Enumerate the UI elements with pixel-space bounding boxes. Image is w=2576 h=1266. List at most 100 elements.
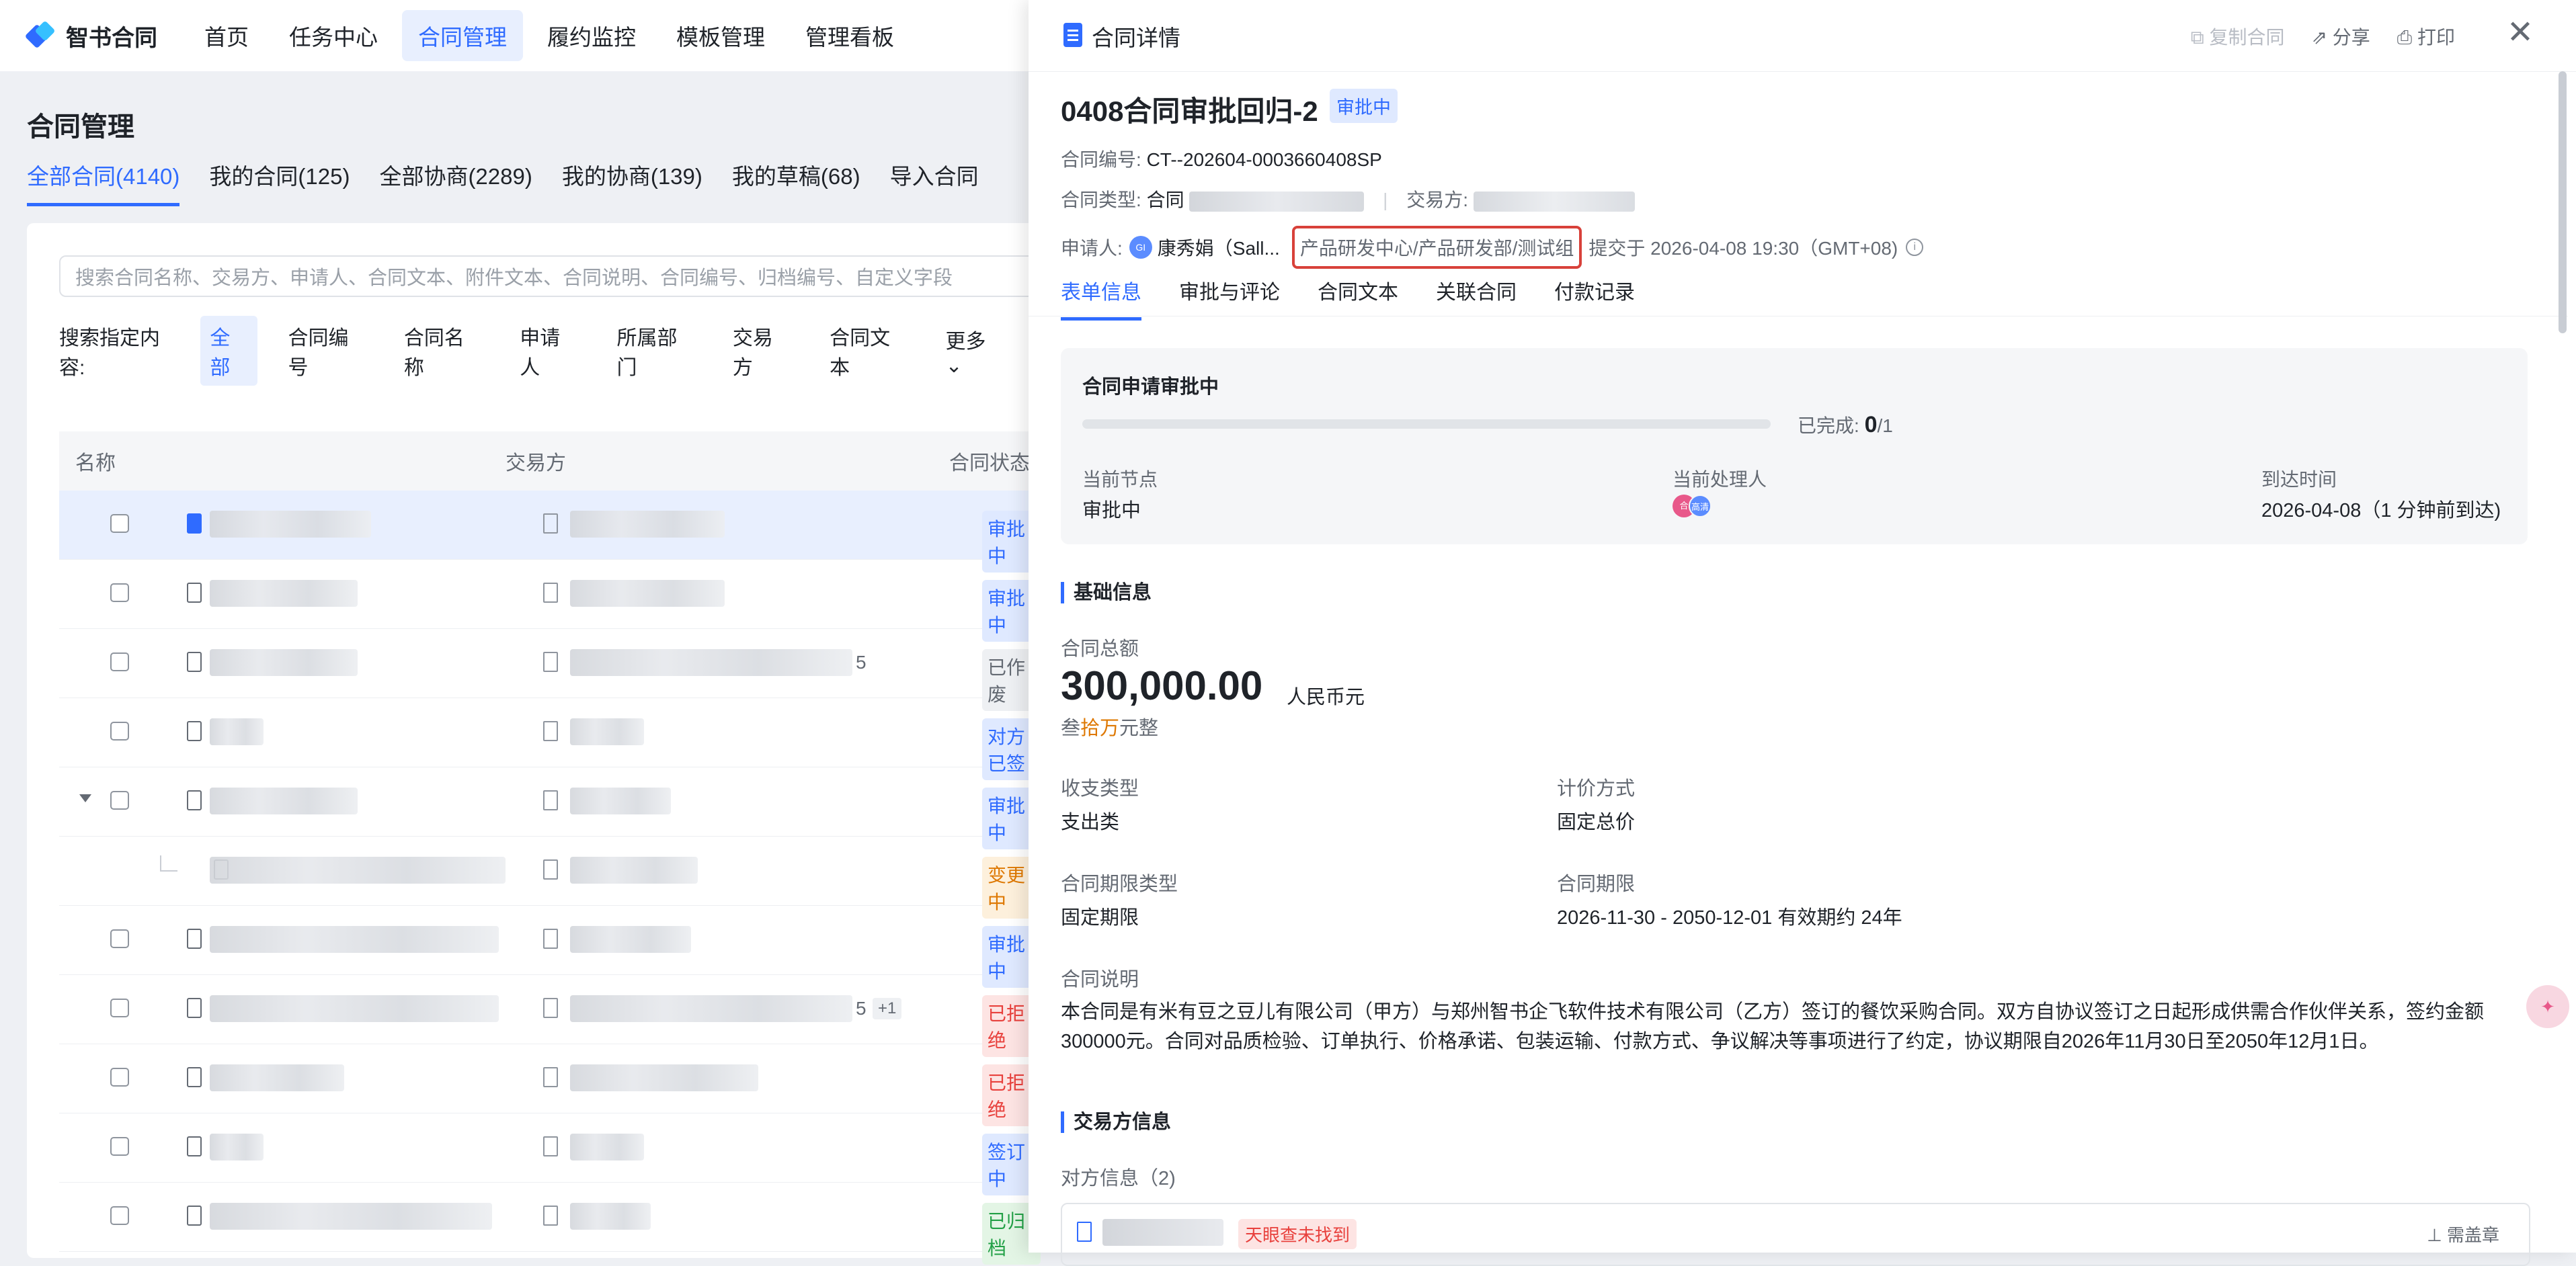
filter-counterparty[interactable]: 交易方 — [723, 316, 799, 386]
contract-description: 本合同是有米有豆之豆儿有限公司（甲方）与郑州智书企飞软件技术有限公司（乙方）签订… — [1061, 1001, 2485, 1052]
panel-header: 合同详情 ⧉ 复制合同 ⇗ 分享 ⎙ 打印 ✕ — [1029, 0, 2576, 72]
table-header: 名称 交易方 合同状态 — [59, 431, 1041, 491]
nav-dashboard[interactable]: 管理看板 — [789, 10, 910, 61]
document-icon — [187, 721, 202, 741]
document-icon — [187, 652, 202, 672]
close-icon[interactable]: ✕ — [2503, 16, 2537, 50]
table-row[interactable]: 审批中 — [59, 767, 1041, 849]
document-icon — [187, 1136, 202, 1156]
row-checkbox[interactable] — [110, 1137, 129, 1156]
filter-applicant[interactable]: 申请人 — [510, 316, 586, 386]
logo-mark-icon — [24, 20, 56, 50]
tab-payment-records[interactable]: 付款记录 — [1554, 276, 1635, 321]
scrollbar[interactable] — [2559, 71, 2567, 333]
counterparty-suffix: 5 — [856, 998, 867, 1019]
nav-home[interactable]: 首页 — [188, 10, 265, 61]
print-icon: ⎙ — [2397, 27, 2417, 48]
filter-contract-text[interactable]: 合同文本 — [820, 316, 914, 386]
panel-title: 合同详情 — [1092, 26, 1180, 50]
blurred-counterparty — [570, 511, 725, 538]
document-icon — [187, 929, 202, 949]
row-checkbox[interactable] — [110, 514, 129, 533]
row-checkbox[interactable] — [110, 929, 129, 948]
col-name: 名称 — [75, 452, 116, 474]
filter-department[interactable]: 所属部门 — [608, 316, 702, 386]
share-button[interactable]: ⇗ 分享 — [2312, 23, 2370, 50]
table-row[interactable]: 审批中 — [59, 560, 1041, 642]
seal-label: 需盖章 — [2446, 1225, 2499, 1245]
blurred-name — [210, 857, 506, 884]
tab-form-info[interactable]: 表单信息 — [1061, 276, 1141, 321]
tab-my-drafts[interactable]: 我的草稿(68) — [732, 159, 860, 206]
blurred-name — [210, 1064, 344, 1091]
table-row[interactable]: 签订中 — [59, 1113, 1041, 1195]
copy-contract-button[interactable]: ⧉ 复制合同 — [2191, 23, 2285, 50]
row-checkbox[interactable] — [110, 722, 129, 741]
tab-import-contract[interactable]: 导入合同 — [890, 159, 979, 206]
share-label: 分享 — [2332, 27, 2370, 48]
counterparty-card[interactable]: 天眼查未找到 ⊥ 需盖章 — [1061, 1203, 2530, 1266]
tree-connector — [160, 855, 177, 872]
building-icon — [543, 790, 558, 810]
blurred-name — [210, 511, 371, 538]
table-row[interactable]: 5 已作废 — [59, 629, 1041, 711]
section-basic-info: 基础信息 — [1061, 582, 1152, 603]
nav-contract-management[interactable]: 合同管理 — [402, 10, 523, 61]
amount-words-part3: 元整 — [1119, 718, 1159, 739]
search-scope-filters: 搜索指定内容: 全部 合同编号 合同名称 申请人 所属部门 交易方 合同文本 更… — [59, 316, 1035, 386]
col-status: 合同状态 — [949, 452, 1030, 474]
counterparty-label: 交易方: — [1406, 189, 1468, 210]
pricing-value: 固定总价 — [1557, 812, 1636, 833]
submitted-time: 提交于 2026-04-08 19:30（GMT+08) — [1588, 238, 1898, 259]
expand-caret-icon[interactable] — [79, 794, 91, 802]
blurred-counterparty — [570, 580, 725, 607]
approval-title: 合同申请审批中 — [1082, 376, 1219, 398]
handler-avatars[interactable]: 合 高清 — [1673, 495, 1712, 517]
blurred-name — [210, 649, 358, 676]
blurred-name — [210, 1203, 492, 1230]
tab-all-negotiations[interactable]: 全部协商(2289) — [379, 159, 532, 206]
row-checkbox[interactable] — [110, 1068, 129, 1087]
table-row[interactable]: 已归档 — [59, 1183, 1041, 1265]
blurred-counterparty — [570, 857, 698, 884]
table-row[interactable]: 已拒绝 — [59, 1044, 1041, 1126]
filter-contract-no[interactable]: 合同编号 — [279, 316, 373, 386]
table-row[interactable]: 对方已签 — [59, 698, 1041, 780]
table-row[interactable]: 5 +1 已拒绝 — [59, 975, 1041, 1057]
contract-type-label: 合同类型: — [1061, 189, 1141, 210]
row-checkbox[interactable] — [110, 791, 129, 810]
amount-label: 合同总额 — [1061, 638, 1139, 660]
tab-related-contracts[interactable]: 关联合同 — [1436, 276, 1517, 321]
filter-more[interactable]: 更多 ⌄ — [936, 319, 1014, 383]
contract-tabs: 全部合同(4140) 我的合同(125) 全部协商(2289) 我的协商(139… — [27, 159, 1008, 206]
building-icon — [543, 1136, 558, 1156]
search-input[interactable]: 搜索合同名称、交易方、申请人、合同文本、附件文本、合同说明、合同编号、归档编号、… — [59, 255, 1041, 297]
row-checkbox[interactable] — [110, 652, 129, 671]
contract-title: 0408合同审批回归-2 — [1061, 95, 1318, 127]
app-logo[interactable]: 智书合同 — [24, 19, 157, 52]
tab-my-negotiations[interactable]: 我的协商(139) — [562, 159, 702, 206]
row-checkbox[interactable] — [110, 1206, 129, 1225]
section-counterparty-info: 交易方信息 — [1061, 1111, 1171, 1133]
table-row[interactable]: 审批中 — [59, 491, 1041, 573]
nav-template-management[interactable]: 模板管理 — [660, 10, 781, 61]
tab-all-contracts[interactable]: 全部合同(4140) — [27, 159, 180, 206]
row-checkbox[interactable] — [110, 583, 129, 602]
row-checkbox[interactable] — [110, 999, 129, 1017]
filter-all[interactable]: 全部 — [200, 316, 257, 386]
assistant-float-button[interactable]: ✦ — [2526, 985, 2569, 1028]
nav-performance-monitor[interactable]: 履约监控 — [531, 10, 652, 61]
applicant-name[interactable]: 康秀娟（Sall... — [1158, 234, 1280, 261]
detail-tabs: 表单信息 审批与评论 合同文本 关联合同 付款记录 — [1061, 276, 1673, 321]
copy-icon: ⧉ — [2190, 27, 2210, 48]
table-row[interactable]: 审批中 — [59, 906, 1041, 988]
print-button[interactable]: ⎙ 打印 — [2397, 23, 2455, 50]
info-icon[interactable]: i — [1906, 239, 1924, 256]
nav-task-center[interactable]: 任务中心 — [273, 10, 394, 61]
tab-my-contracts[interactable]: 我的合同(125) — [209, 159, 350, 206]
table-row[interactable]: 变更中 — [59, 837, 1041, 919]
tab-contract-text[interactable]: 合同文本 — [1318, 276, 1398, 321]
document-icon — [1063, 23, 1082, 47]
tab-approval-comments[interactable]: 审批与评论 — [1179, 276, 1280, 321]
filter-contract-name[interactable]: 合同名称 — [395, 316, 489, 386]
